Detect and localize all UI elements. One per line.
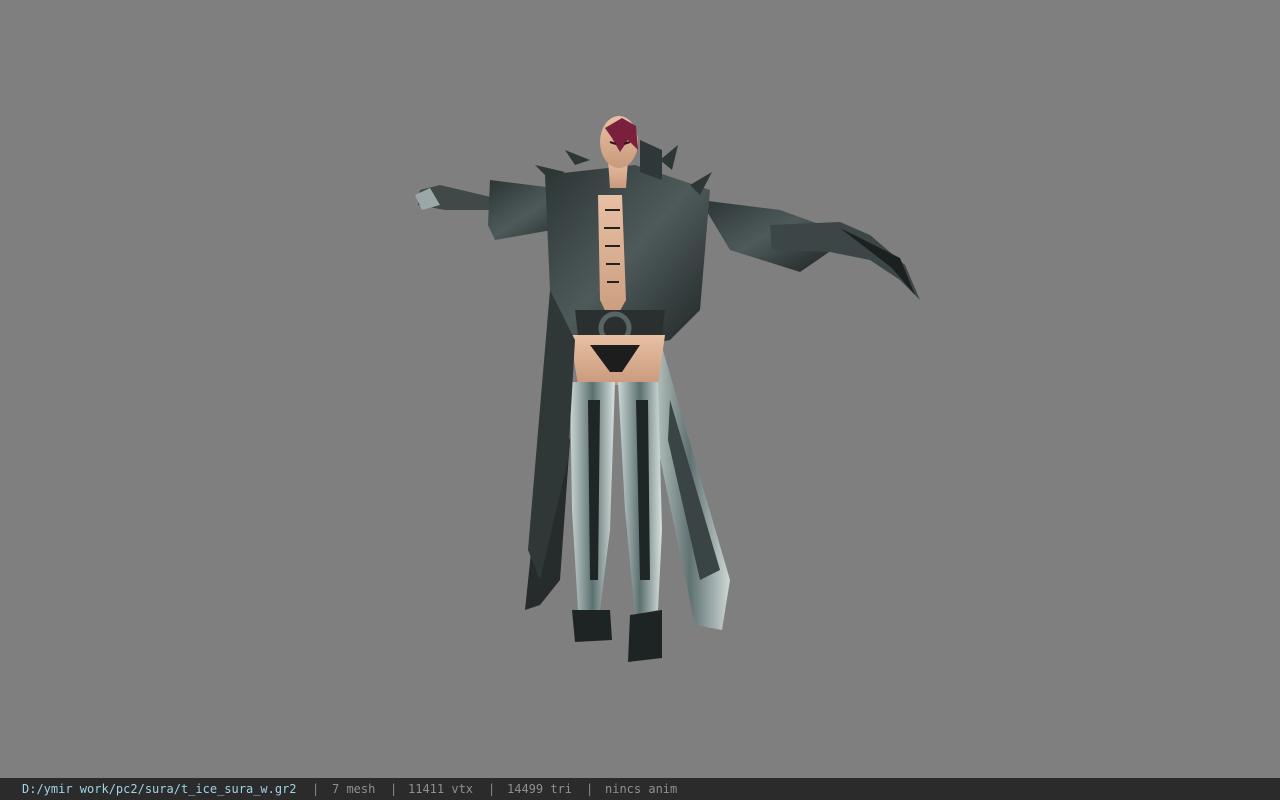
separator: |	[586, 782, 594, 796]
separator: |	[488, 782, 496, 796]
3d-viewport[interactable]	[0, 0, 1280, 778]
status-bar: D:/ymir work/pc2/sura/t_ice_sura_w.gr2 |…	[0, 778, 1280, 800]
file-path: D:/ymir work/pc2/sura/t_ice_sura_w.gr2	[22, 782, 297, 796]
separator: |	[390, 782, 398, 796]
mesh-count: 7 mesh	[332, 782, 376, 796]
character-model-icon[interactable]	[400, 110, 930, 680]
triangle-count: 14499 tri	[507, 782, 573, 796]
separator: |	[312, 782, 320, 796]
animation-status: nincs anim	[605, 782, 678, 796]
vertex-count: 11411 vtx	[408, 782, 474, 796]
